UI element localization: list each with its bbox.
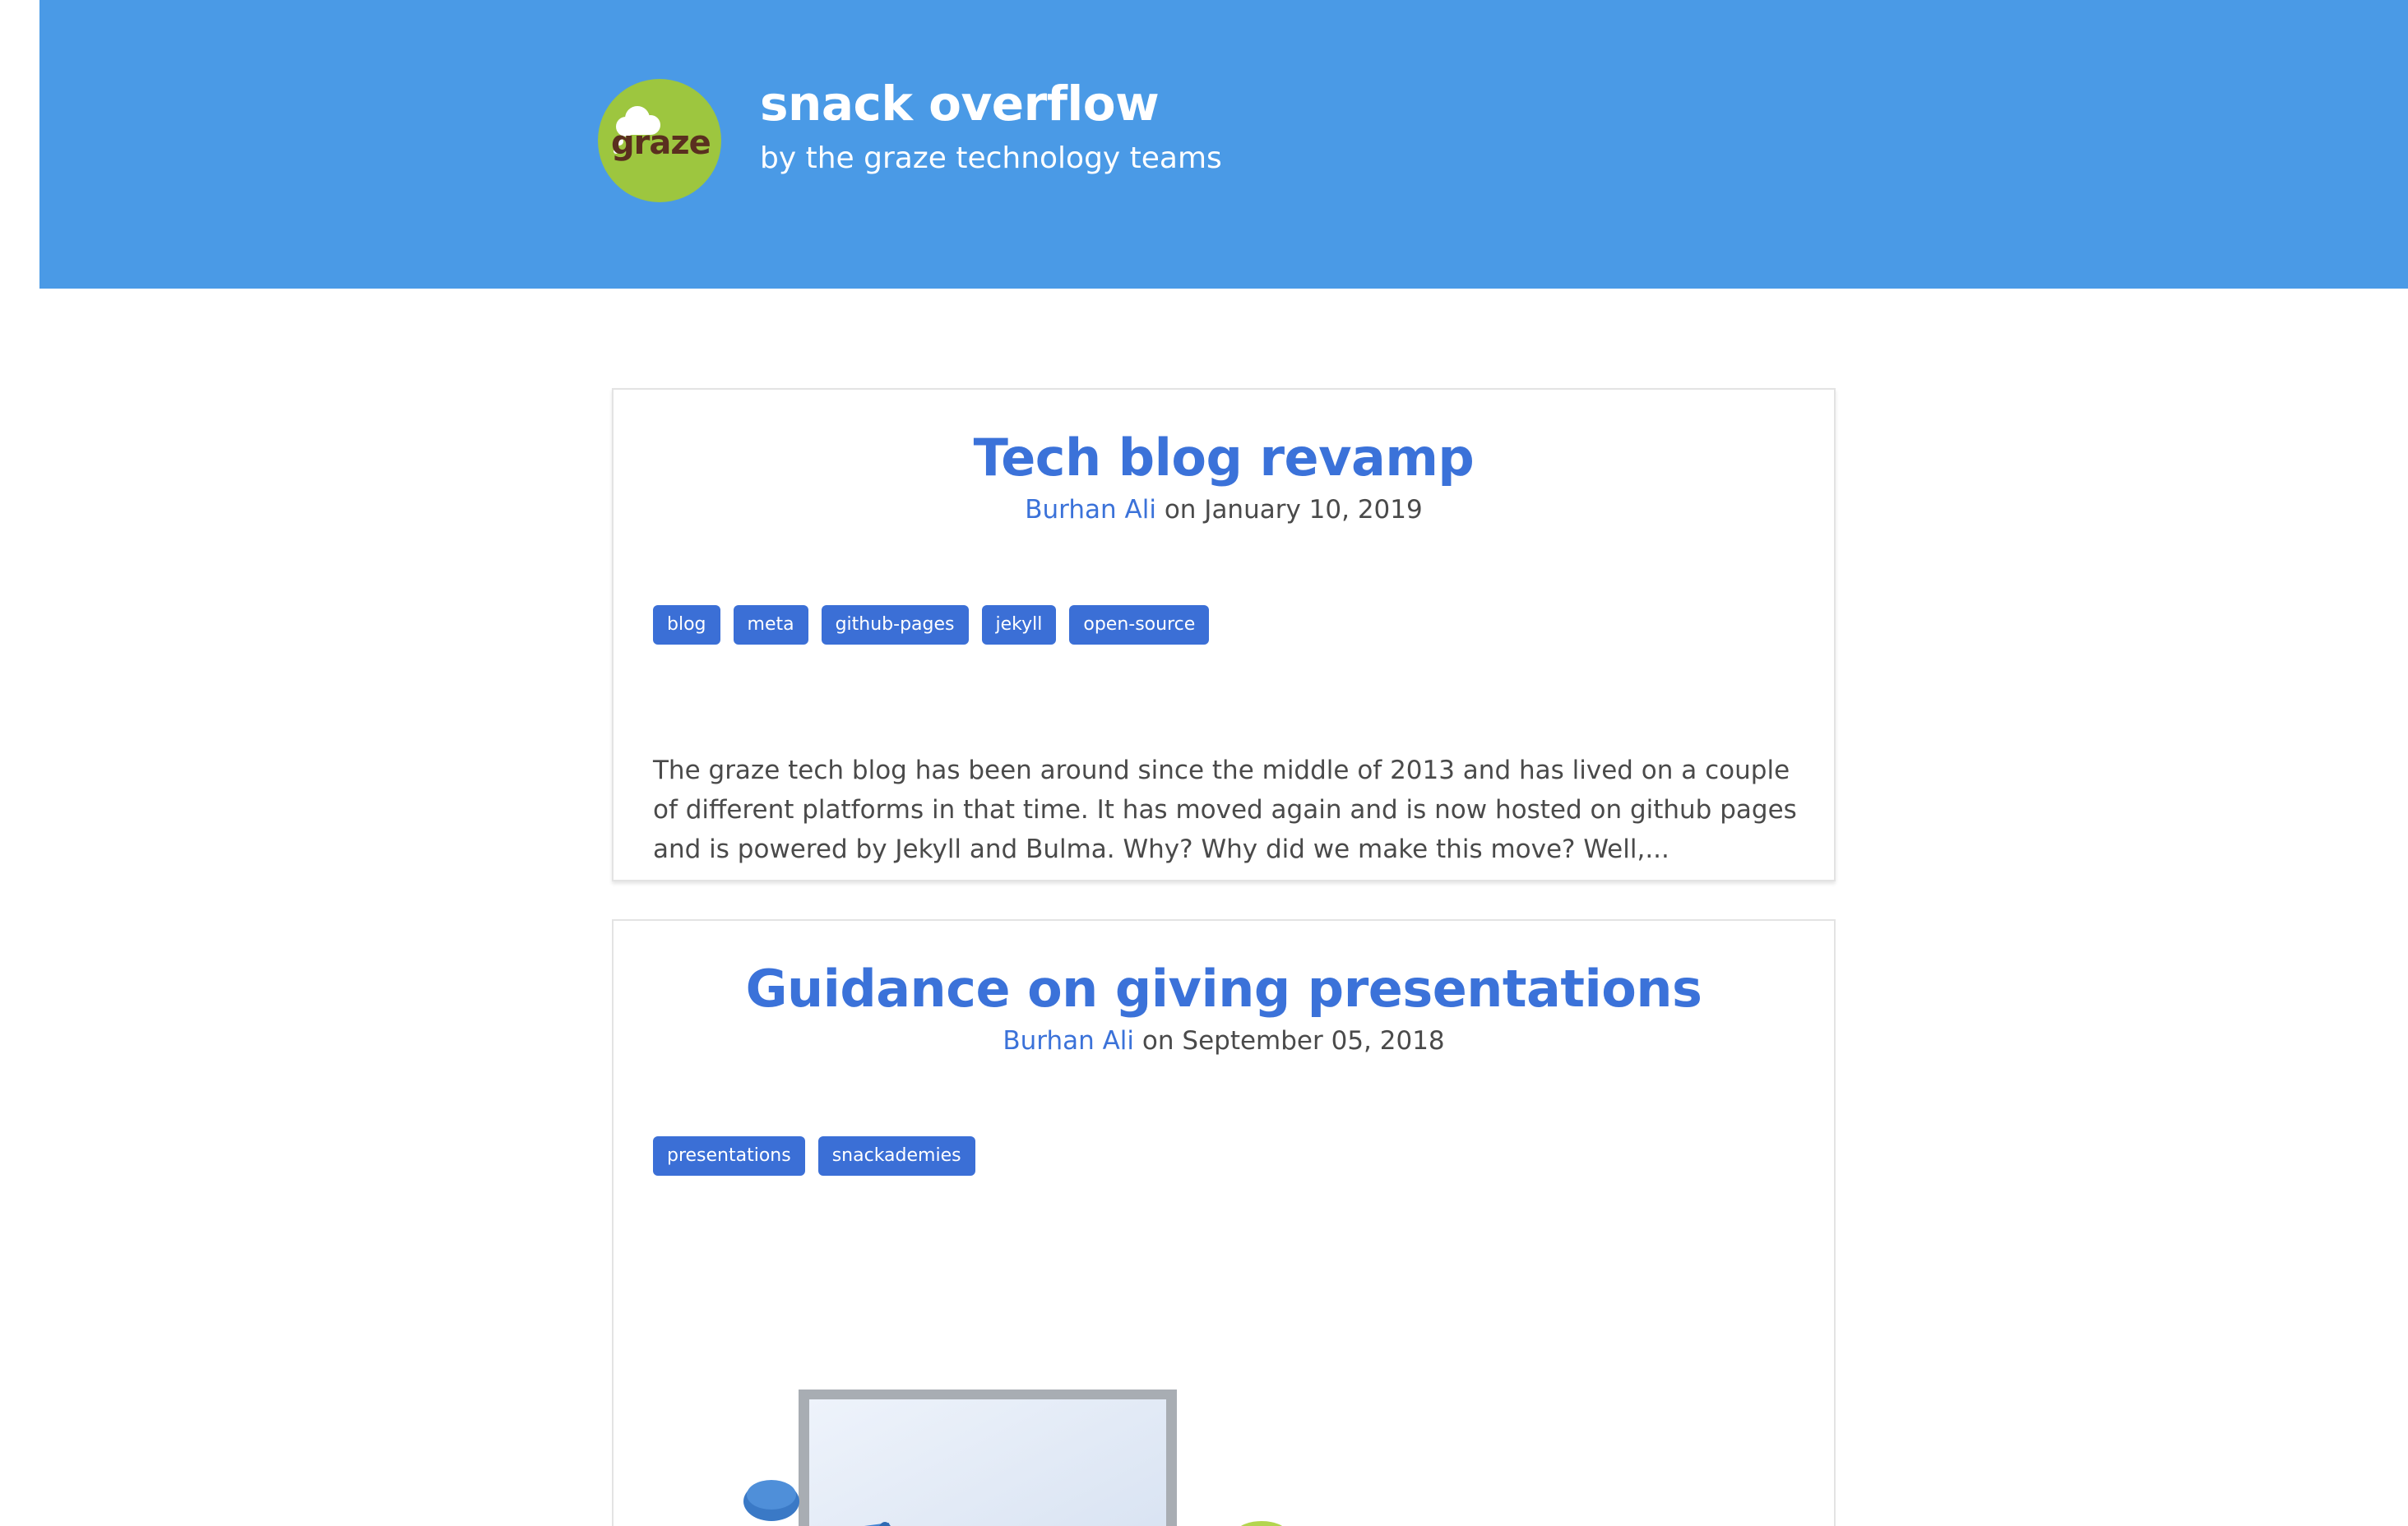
author-link[interactable]: Burhan Ali — [1025, 495, 1156, 525]
tag-meta[interactable]: meta — [733, 605, 808, 645]
tag-blog[interactable]: blog — [653, 605, 720, 645]
date-prefix: on — [1141, 1026, 1174, 1056]
post-excerpt: The graze tech blog has been around sinc… — [653, 756, 1797, 864]
date-prefix: on — [1164, 495, 1197, 525]
post-byline: Burhan Ali on January 10, 2019 — [614, 495, 1834, 525]
post-date: January 10, 2019 — [1204, 495, 1423, 525]
tag-list: blog meta github-pages jekyll open-sourc… — [653, 605, 1210, 645]
post-byline: Burhan Ali on September 05, 2018 — [614, 1026, 1834, 1056]
page: graze snack overflow by the graze techno… — [0, 0, 2408, 1526]
post-card: Tech blog revamp Burhan Ali on January 1… — [612, 388, 1836, 881]
graze-logo[interactable]: graze — [598, 79, 721, 202]
tag-open-source[interactable]: open-source — [1069, 605, 1210, 645]
tag-jekyll[interactable]: jekyll — [981, 605, 1057, 645]
tag-snackademies[interactable]: snackademies — [817, 1136, 975, 1176]
tag-list: presentations snackademies — [653, 1136, 975, 1176]
tag-github-pages[interactable]: github-pages — [821, 605, 969, 645]
site-title[interactable]: snack overflow — [760, 76, 1160, 132]
logo-wordmark: graze — [611, 124, 711, 162]
presentation-illustration-icon — [743, 1390, 1282, 1526]
post-card: Guidance on giving presentations Burhan … — [612, 919, 1836, 1526]
post-title-link[interactable]: Tech blog revamp — [614, 428, 1834, 488]
site-header: graze snack overflow by the graze techno… — [39, 0, 2408, 289]
post-date: September 05, 2018 — [1182, 1026, 1445, 1056]
post-title-link[interactable]: Guidance on giving presentations — [614, 959, 1834, 1019]
site-subtitle: by the graze technology teams — [760, 141, 1222, 175]
left-margin — [0, 0, 39, 1526]
tag-presentations[interactable]: presentations — [653, 1136, 805, 1176]
author-link[interactable]: Burhan Ali — [1003, 1026, 1134, 1056]
